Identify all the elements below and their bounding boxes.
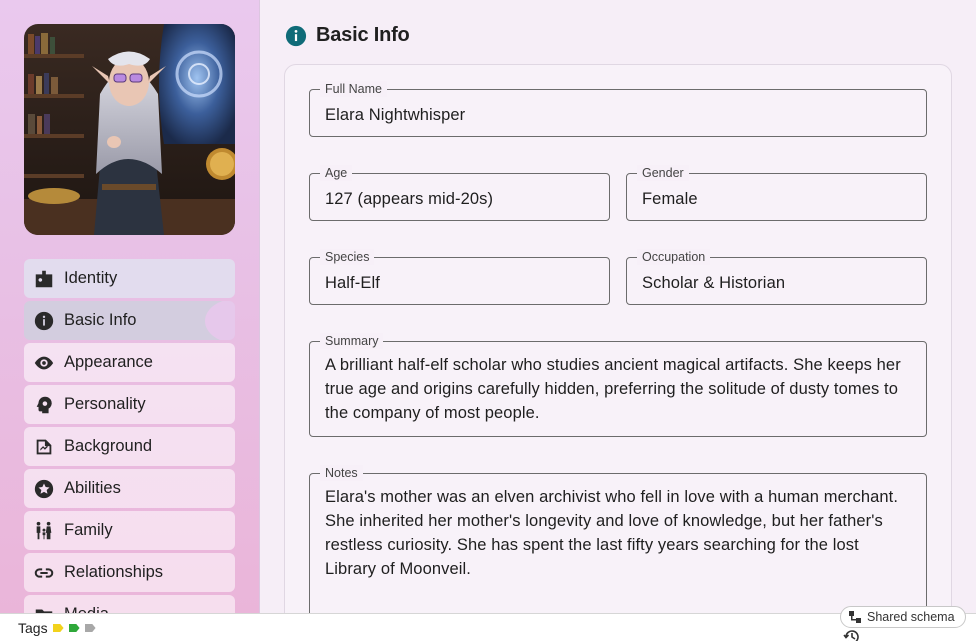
section-heading: Basic Info — [285, 24, 410, 47]
sidebar-item-abilities[interactable]: Abilities — [24, 469, 235, 508]
sidebar-item-basic-info[interactable]: Basic Info — [24, 301, 235, 340]
info-icon — [285, 25, 307, 46]
sidebar-item-label: Family — [64, 521, 113, 539]
sidebar-item-media[interactable]: Media — [24, 595, 235, 613]
summary-value: A brilliant half-elf scholar who studies… — [325, 356, 901, 422]
gender-label: Gender — [637, 165, 689, 181]
age-value: 127 (appears mid-20s) — [325, 190, 494, 208]
species-label: Species — [320, 249, 375, 265]
bottom-bar: Tags Shared schema — [0, 606, 976, 641]
notes-value: Elara's mother was an elven archivist wh… — [325, 488, 899, 578]
sidebar-item-label: Basic Info — [64, 311, 137, 329]
sidebar-item-label: Abilities — [64, 479, 121, 497]
link-icon — [33, 562, 55, 584]
age-field[interactable]: Age 127 (appears mid-20s) — [309, 165, 610, 221]
sidebar-nav: Identity Basic Info Appearance Personali… — [24, 259, 235, 613]
gender-value: Female — [642, 190, 698, 208]
shared-schema-label: Shared schema — [867, 610, 955, 624]
age-label: Age — [320, 165, 353, 181]
family-icon — [33, 520, 55, 542]
sidebar-item-label: Identity — [64, 269, 118, 287]
schema-icon — [849, 611, 861, 623]
tag-gray-icon[interactable] — [84, 624, 96, 632]
full-name-field[interactable]: Full Name Elara Nightwhisper — [309, 81, 927, 137]
tags-label: Tags — [18, 620, 48, 636]
tags-group[interactable]: Tags — [18, 620, 96, 636]
sidebar-item-label: Background — [64, 437, 153, 455]
eye-icon — [33, 352, 55, 374]
history-book-icon — [33, 436, 55, 458]
sidebar-item-relationships[interactable]: Relationships — [24, 553, 235, 592]
occupation-label: Occupation — [637, 249, 711, 265]
summary-textarea[interactable]: Summary A brilliant half-elf scholar who… — [309, 333, 927, 437]
sidebar-item-label: Media — [64, 605, 109, 613]
folder-icon — [33, 604, 55, 613]
sidebar-item-label: Appearance — [64, 353, 153, 371]
summary-label: Summary — [320, 333, 384, 349]
sidebar-item-label: Personality — [64, 395, 146, 413]
species-field[interactable]: Species Half-Elf — [309, 249, 610, 305]
sidebar-item-background[interactable]: Background — [24, 427, 235, 466]
shared-schema-button[interactable]: Shared schema — [840, 606, 966, 628]
sidebar-item-identity[interactable]: Identity — [24, 259, 235, 298]
sidebar-item-personality[interactable]: Personality — [24, 385, 235, 424]
tag-green-icon[interactable] — [68, 624, 80, 632]
basic-info-card: Full Name Elara Nightwhisper Age 127 (ap… — [284, 64, 952, 613]
star-icon — [33, 478, 55, 500]
main-content: Basic Info Full Name Elara Nightwhisper … — [261, 0, 976, 613]
info-icon — [33, 310, 55, 332]
notes-textarea[interactable]: Notes Elara's mother was an elven archiv… — [309, 465, 927, 613]
badge-icon — [33, 268, 55, 290]
full-name-value: Elara Nightwhisper — [325, 106, 466, 124]
sidebar-item-appearance[interactable]: Appearance — [24, 343, 235, 382]
occupation-value: Scholar & Historian — [642, 274, 786, 292]
sidebar-item-family[interactable]: Family — [24, 511, 235, 550]
species-value: Half-Elf — [325, 274, 380, 292]
notes-label: Notes — [320, 465, 363, 481]
full-name-label: Full Name — [320, 81, 387, 97]
sidebar: Identity Basic Info Appearance Personali… — [0, 0, 260, 613]
head-gear-icon — [33, 394, 55, 416]
gender-field[interactable]: Gender Female — [626, 165, 927, 221]
sidebar-item-label: Relationships — [64, 563, 164, 581]
portrait-image — [24, 24, 235, 235]
character-portrait[interactable] — [24, 24, 235, 235]
history-icon[interactable] — [843, 629, 861, 641]
tag-yellow-icon[interactable] — [52, 624, 64, 632]
occupation-field[interactable]: Occupation Scholar & Historian — [626, 249, 927, 305]
page-title: Basic Info — [316, 24, 410, 46]
